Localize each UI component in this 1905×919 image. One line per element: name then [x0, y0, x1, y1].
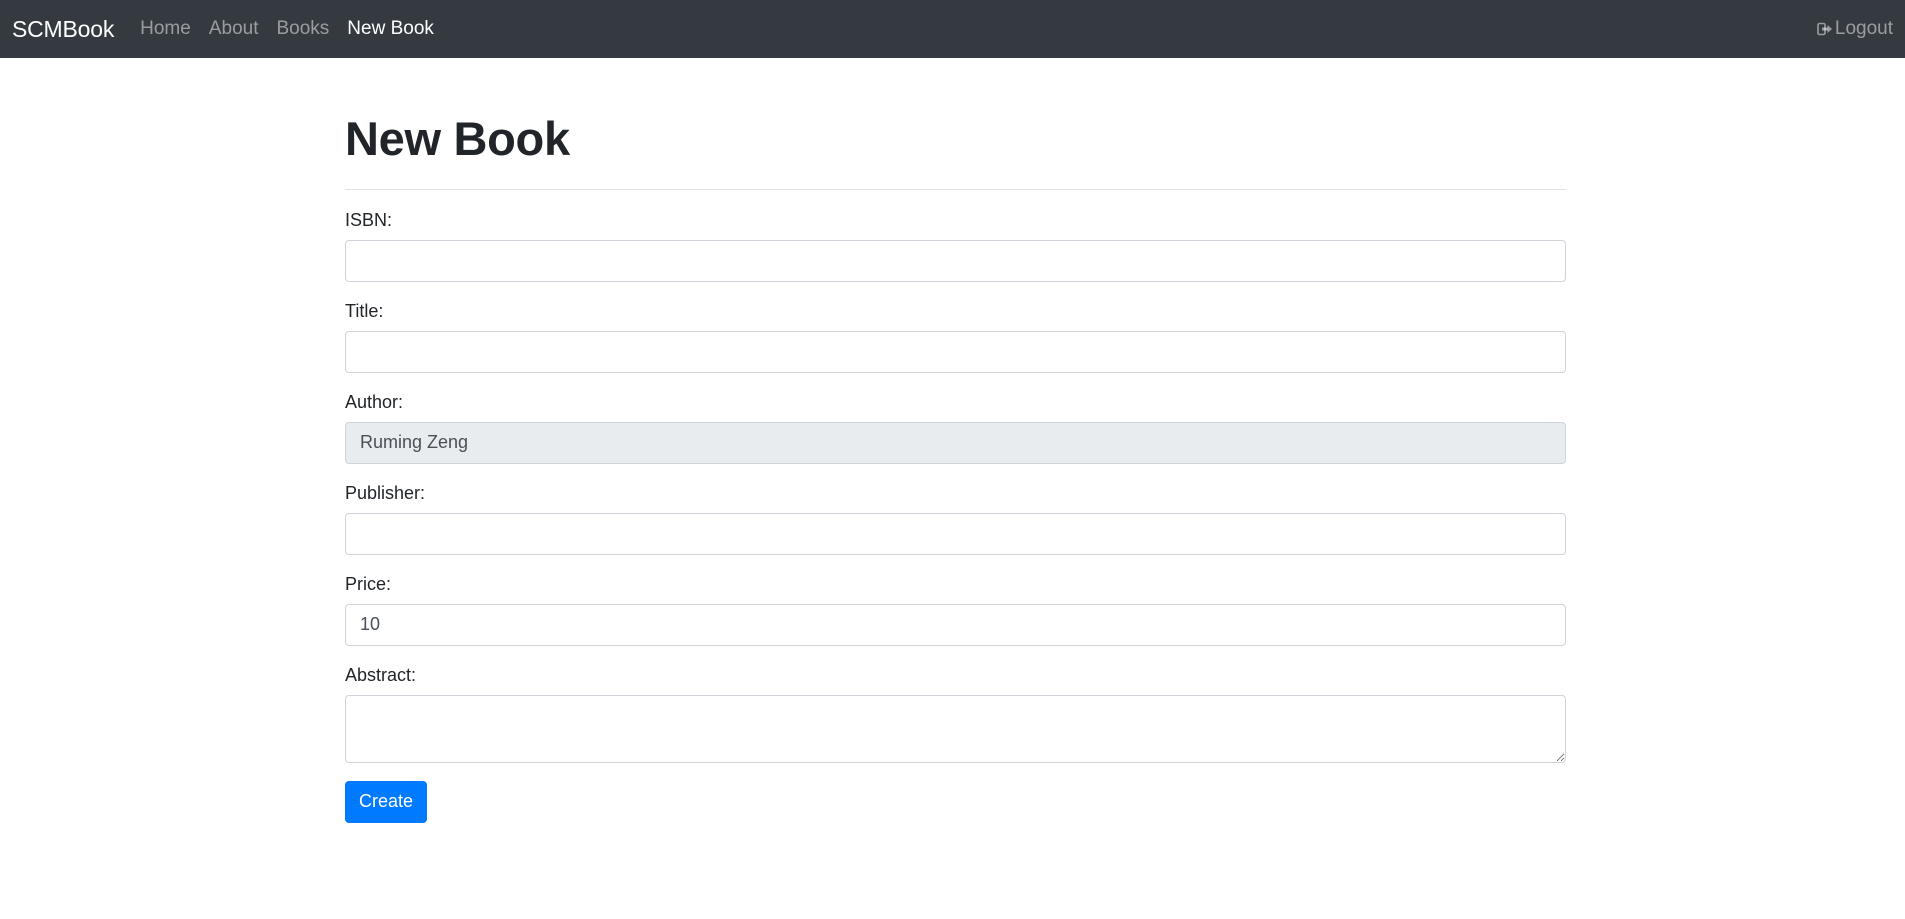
- sign-out-icon: [1817, 22, 1832, 36]
- author-input[interactable]: [345, 421, 1566, 464]
- new-book-form: ISBN: Title: Author: Publisher: Price: A…: [345, 210, 1566, 823]
- title-input[interactable]: [345, 330, 1566, 373]
- author-group: Author:: [345, 392, 1566, 464]
- nav-link-about[interactable]: About: [209, 18, 259, 40]
- isbn-label: ISBN:: [345, 209, 393, 230]
- isbn-input[interactable]: [345, 239, 1566, 282]
- isbn-group: ISBN:: [345, 210, 1566, 282]
- logout-link[interactable]: Logout: [1817, 0, 1893, 58]
- publisher-label: Publisher:: [345, 482, 426, 503]
- top-navbar: SCMBook Home About Books New Book Logout: [0, 0, 1905, 58]
- price-label: Price:: [345, 573, 392, 594]
- publisher-group: Publisher:: [345, 483, 1566, 555]
- author-label: Author:: [345, 391, 404, 412]
- abstract-label: Abstract:: [345, 664, 417, 685]
- price-input[interactable]: [345, 603, 1566, 646]
- brand-link[interactable]: SCMBook: [12, 16, 114, 43]
- logout-label: Logout: [1834, 18, 1893, 39]
- title-divider: [345, 188, 1566, 190]
- nav-link-new-book[interactable]: New Book: [347, 18, 434, 40]
- nav-link-home[interactable]: Home: [140, 18, 191, 40]
- nav-link-books[interactable]: Books: [276, 18, 329, 40]
- abstract-textarea[interactable]: [345, 694, 1566, 763]
- abstract-group: Abstract:: [345, 665, 1566, 763]
- price-group: Price:: [345, 574, 1566, 646]
- publisher-input[interactable]: [345, 512, 1566, 555]
- page-title: New Book: [345, 112, 570, 165]
- title-label: Title:: [345, 300, 384, 321]
- create-button[interactable]: Create: [345, 780, 428, 823]
- title-group: Title:: [345, 301, 1566, 373]
- main-content: New Book ISBN: Title: Author: Publisher:…: [345, 58, 1566, 823]
